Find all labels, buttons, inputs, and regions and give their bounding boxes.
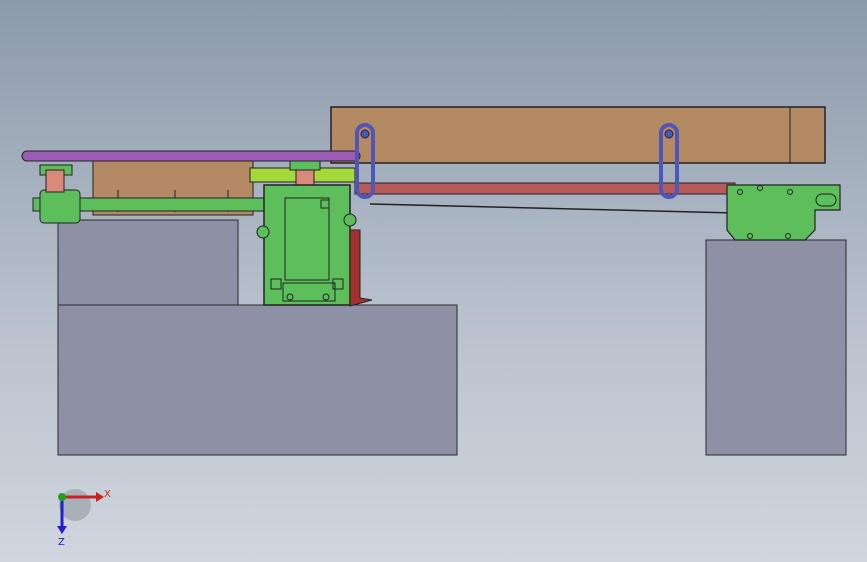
base-block-lower-left[interactable] [57,304,458,456]
bracket-end-roller[interactable] [815,193,837,207]
triad-y-axis [58,493,66,501]
return-belt-line [369,203,736,214]
base-block-upper-left[interactable] [57,219,239,306]
blue-link-left-pin [360,129,370,139]
blue-link-right-pin [664,129,674,139]
triad-z-arrow [57,526,67,534]
green-pulley-left[interactable] [39,189,81,224]
roller-right[interactable] [343,213,357,227]
triad-x-arrow [96,492,104,502]
motor-bracket[interactable] [349,229,373,307]
shaft-left[interactable] [45,169,65,193]
coordinate-triad: X Z [57,489,111,548]
roller-left[interactable] [256,225,270,239]
drive-housing[interactable] [263,184,351,306]
triad-z-label: Z [58,537,65,548]
cad-viewport[interactable]: X Z [0,0,867,562]
wood-board-top[interactable] [330,106,826,164]
base-block-right[interactable] [705,239,847,456]
right-bracket[interactable] [726,184,841,241]
triad-x-label: X [104,489,111,500]
purple-belt[interactable] [21,150,361,162]
assembly-drawing[interactable]: X Z [0,0,867,562]
